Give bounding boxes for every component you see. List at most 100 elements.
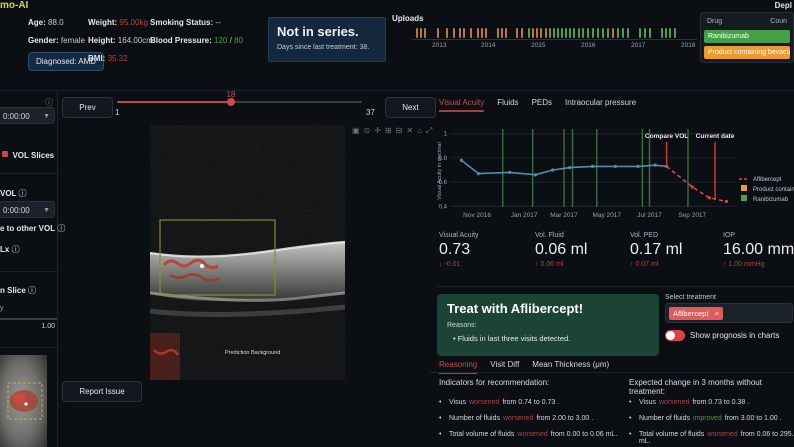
upload-tick[interactable]	[501, 28, 503, 38]
upload-tick[interactable]	[545, 28, 547, 38]
upload-tick[interactable]	[481, 28, 483, 38]
patient-weight: Weight: 95.00kg	[88, 18, 148, 28]
zoom-in-icon[interactable]: ⊞	[385, 126, 392, 136]
upload-tick[interactable]	[565, 28, 567, 38]
vol-time-select[interactable]: 0:00:00▼	[0, 107, 55, 124]
tab-visual-acuity[interactable]: Visual Acuity	[439, 98, 484, 112]
prognosis-toggle[interactable]	[665, 330, 685, 341]
upload-tick[interactable]	[639, 28, 641, 38]
upload-tick[interactable]	[485, 28, 487, 38]
upload-tick[interactable]	[649, 28, 651, 38]
report-issue-button[interactable]: Report Issue	[62, 381, 142, 402]
upload-tick[interactable]	[505, 28, 507, 38]
upload-tick[interactable]	[612, 28, 614, 38]
vol-slices-row[interactable]: VOL Slices	[2, 145, 54, 163]
prev-slice-button[interactable]: Prev	[62, 97, 113, 118]
upload-tick[interactable]	[420, 28, 422, 38]
info-icon[interactable]: ⓘ	[12, 245, 20, 254]
upload-tick[interactable]	[661, 28, 663, 38]
fullscreen-icon[interactable]: ⤢	[426, 126, 432, 136]
treatment-select-input[interactable]: Aflibercept ×	[665, 303, 793, 323]
visual-acuity-chart[interactable]: 0.40.60.81Visual Acuity in decimalCompar…	[437, 123, 794, 223]
slice-slider-handle[interactable]	[227, 98, 235, 106]
next-slice-button[interactable]: Next	[385, 97, 436, 118]
fundus-thumbnail[interactable]	[0, 355, 47, 447]
svg-text:Product containing beva: Product containing beva	[753, 187, 794, 193]
camera-icon[interactable]: ▣	[352, 126, 360, 136]
upload-tick[interactable]	[549, 28, 551, 38]
upload-tick[interactable]	[416, 28, 418, 38]
metric-iop: IOP 16.00 mmHg ↑ 1.00 mmHg	[723, 232, 794, 268]
upload-tick[interactable]	[669, 28, 671, 38]
upload-tick[interactable]	[602, 28, 604, 38]
upload-tick[interactable]	[453, 28, 455, 38]
upload-tick[interactable]	[446, 28, 448, 38]
upload-tick[interactable]	[459, 28, 461, 38]
upload-tick[interactable]	[617, 28, 619, 38]
reset-axes-icon[interactable]: ⌂	[417, 126, 422, 136]
upload-tick[interactable]	[597, 28, 599, 38]
upload-tick[interactable]	[674, 28, 676, 38]
upload-tick[interactable]	[424, 28, 426, 38]
reasoning-item: •Number of fluidsimprovedfrom 3.00 to 1.…	[629, 415, 794, 422]
autoscale-icon[interactable]: ✕	[406, 126, 413, 136]
upload-tick[interactable]	[627, 28, 629, 38]
upload-tick[interactable]	[622, 28, 624, 38]
series-status-title: Not in series.	[277, 24, 377, 39]
tab-intraocular-pressure[interactable]: Intraocular pressure	[565, 98, 636, 112]
upload-tick[interactable]	[561, 28, 563, 38]
upload-tick[interactable]	[607, 28, 609, 38]
upload-tick[interactable]	[470, 28, 472, 38]
upload-tick[interactable]	[463, 28, 465, 38]
upload-tick[interactable]	[521, 28, 523, 38]
status-word: worsened	[503, 415, 533, 422]
upload-tick[interactable]	[497, 28, 499, 38]
upload-tick[interactable]	[528, 28, 530, 38]
upload-tick[interactable]	[592, 28, 594, 38]
uploads-timeline[interactable]: 201320142015201620172018	[412, 27, 697, 40]
upload-tick[interactable]	[665, 28, 667, 38]
oct-bscan-image[interactable]: Prediction Background	[150, 125, 345, 380]
info-icon[interactable]: ⓘ	[28, 286, 36, 295]
upload-tick[interactable]	[644, 28, 646, 38]
chevron-down-icon: ▼	[43, 108, 50, 125]
upload-tick[interactable]	[587, 28, 589, 38]
reasoning-item: •Total volume of fluidsworsenedfrom 0.00…	[439, 431, 624, 438]
zoom-icon[interactable]: ⊙	[364, 126, 371, 136]
drug-row-ranibizumab[interactable]: Ranibizumab	[704, 30, 790, 43]
upload-tick[interactable]	[578, 28, 580, 38]
status-word: worsened	[469, 399, 499, 406]
indicators-list: •Visusworsenedfrom 0.74 to 0.73 .•Number…	[439, 390, 624, 438]
treatment-tag[interactable]: Aflibercept ×	[669, 307, 723, 320]
upload-tick[interactable]	[437, 28, 439, 38]
upload-tick[interactable]	[582, 28, 584, 38]
info-icon[interactable]: ⓘ	[57, 224, 65, 233]
compare-vol-select[interactable]: 0:00:00▼	[0, 201, 55, 218]
status-word: improved	[693, 415, 722, 422]
upload-tick[interactable]	[536, 28, 538, 38]
reasoning-item: •Visusworsenedfrom 0.74 to 0.73 .	[439, 399, 624, 406]
opacity-slider[interactable]	[0, 318, 57, 320]
tab-fluids[interactable]: Fluids	[497, 98, 518, 112]
svg-text:Compare VOL: Compare VOL	[645, 133, 688, 140]
tab-peds[interactable]: PEDs	[532, 98, 552, 112]
pan-icon[interactable]: ✛	[374, 126, 381, 136]
upload-tick[interactable]	[557, 28, 559, 38]
info-icon[interactable]: ⓘ	[19, 189, 27, 198]
reasoning-item: •Visusworsenedfrom 0.73 to 0.38 .	[629, 399, 794, 406]
upload-tick[interactable]	[553, 28, 555, 38]
upload-tick[interactable]	[540, 28, 542, 38]
upload-tick[interactable]	[532, 28, 534, 38]
slice-slider[interactable]: 18	[117, 101, 362, 103]
upload-tick[interactable]	[516, 28, 518, 38]
upload-tick[interactable]	[477, 28, 479, 38]
svg-text:Nov 2016: Nov 2016	[463, 212, 491, 219]
drug-row-bevacizumab[interactable]: Product containing bevacizumab	[704, 46, 790, 59]
prognosis-toggle-label: Show prognosis in charts	[690, 331, 779, 340]
upload-tick[interactable]	[569, 28, 571, 38]
zoom-out-icon[interactable]: ⊟	[396, 126, 403, 136]
remove-treatment-icon[interactable]: ×	[715, 309, 719, 318]
prognosis-toggle-row: Show prognosis in charts	[665, 330, 779, 341]
reasoning-item: •Total volume of fluidsworsenedfrom 0.06…	[629, 431, 794, 445]
upload-tick[interactable]	[573, 28, 575, 38]
